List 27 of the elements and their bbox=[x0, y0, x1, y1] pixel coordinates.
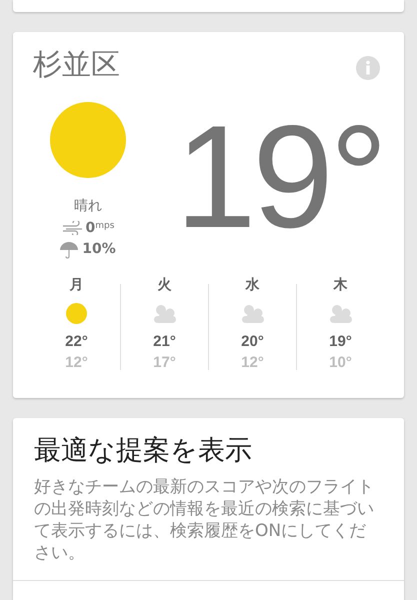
current-temperature: 19° bbox=[175, 104, 384, 260]
cloud-icon bbox=[152, 304, 176, 323]
wind-icon bbox=[62, 221, 84, 235]
high-temperature: 21° bbox=[153, 334, 176, 349]
wind-speed: 0$^{mps}$ bbox=[86, 221, 114, 235]
precipitation-value: 10% bbox=[82, 240, 116, 259]
low-temperature: 10° bbox=[329, 355, 352, 370]
forecast-day: 水 bbox=[246, 278, 260, 292]
suggestion-title: 最適な提案を表示 bbox=[34, 434, 253, 468]
forecast-day: 木 bbox=[334, 278, 348, 292]
cloud-icon bbox=[328, 304, 352, 323]
info-icon[interactable] bbox=[356, 56, 380, 80]
suggestion-body: 好きなチームの最新のスコアや次のフライトの出発時刻などの情報を最近の検索に基づいて表示するには、検索履歴をONにしてください。 bbox=[34, 476, 375, 564]
high-temperature: 20° bbox=[241, 334, 264, 349]
sun-icon bbox=[66, 303, 87, 324]
high-temperature: 19° bbox=[329, 334, 352, 349]
low-temperature: 17° bbox=[153, 355, 176, 370]
forecast-day: 月 bbox=[70, 278, 84, 292]
low-temperature: 12° bbox=[241, 355, 264, 370]
sun-icon bbox=[50, 102, 126, 178]
cloud-icon bbox=[240, 304, 264, 323]
high-temperature: 22° bbox=[65, 334, 88, 349]
low-temperature: 12° bbox=[65, 355, 88, 370]
condition-label: 晴れ bbox=[74, 197, 102, 216]
location-title: 杉並区 bbox=[33, 50, 120, 79]
umbrella-icon bbox=[60, 240, 78, 258]
forecast-day: 火 bbox=[158, 278, 172, 292]
